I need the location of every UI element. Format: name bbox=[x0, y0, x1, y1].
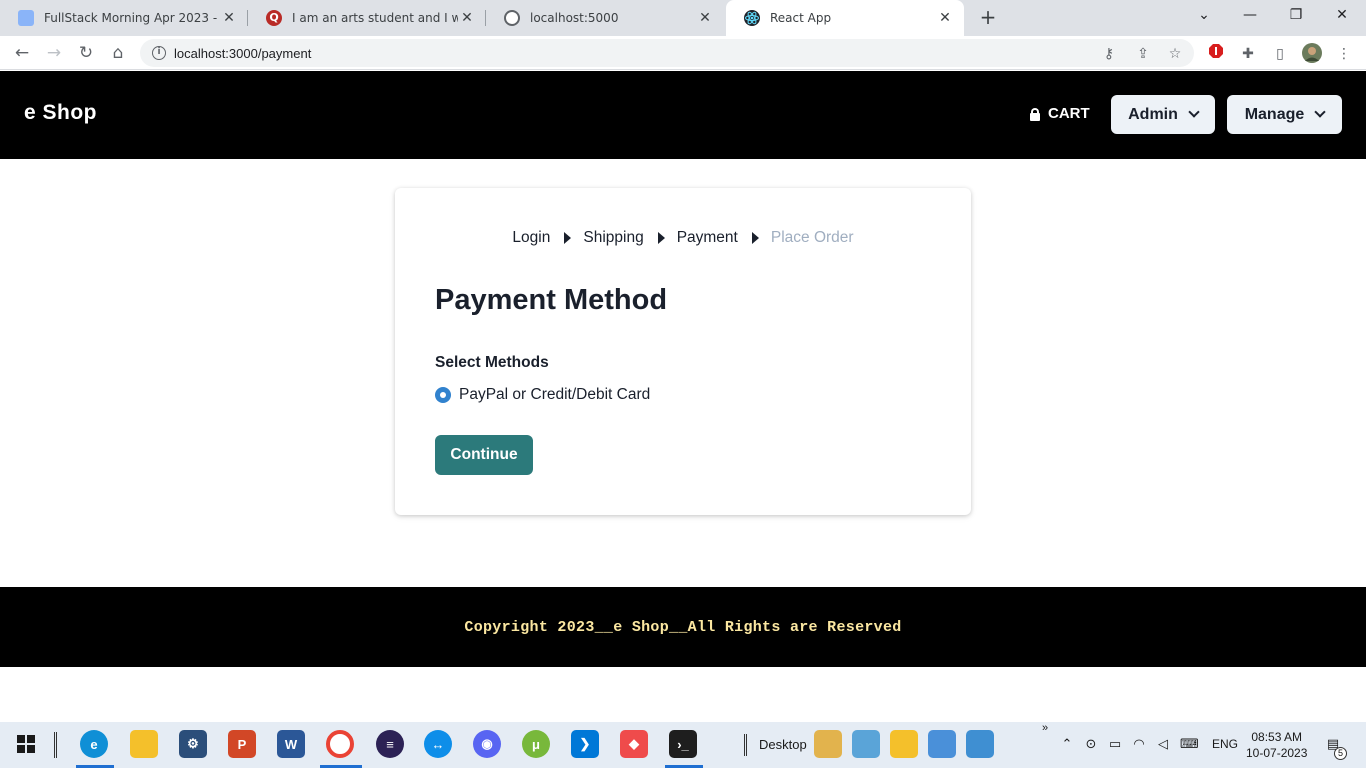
key-icon[interactable]: ⚷ bbox=[1098, 43, 1120, 65]
select-methods-label: Select Methods bbox=[435, 354, 549, 371]
postman-icon[interactable]: ◆ bbox=[620, 730, 648, 758]
payment-method-option[interactable]: PayPal or Credit/Debit Card bbox=[435, 386, 650, 404]
control-panel-icon[interactable] bbox=[966, 730, 994, 758]
browser-tab-react-app[interactable]: React App ✕ bbox=[726, 0, 964, 36]
teamviewer-icon[interactable]: ↔ bbox=[424, 730, 452, 758]
close-tab-icon[interactable]: ✕ bbox=[458, 10, 476, 26]
step-shipping[interactable]: Shipping bbox=[583, 229, 643, 247]
network-icon[interactable] bbox=[928, 730, 956, 758]
radio-button-selected[interactable] bbox=[435, 387, 451, 403]
language-indicator[interactable]: ENG bbox=[1212, 737, 1238, 751]
discord-icon[interactable]: ◉ bbox=[473, 730, 501, 758]
app-navbar: e Shop CART Admin Manage bbox=[0, 71, 1366, 159]
lock-icon bbox=[1030, 107, 1040, 121]
address-bar[interactable]: i localhost:3000/payment ⚷ ⇪ ☆ bbox=[140, 39, 1194, 67]
taskbar-divider bbox=[54, 732, 57, 758]
restore-button[interactable]: ❐ bbox=[1273, 0, 1319, 30]
powerpoint-icon[interactable]: P bbox=[228, 730, 256, 758]
side-panel-icon[interactable]: ▯ bbox=[1269, 43, 1291, 65]
page-title: Payment Method bbox=[435, 284, 668, 316]
payment-card: Login Shipping Payment Place Order Payme… bbox=[395, 188, 971, 515]
step-place-order: Place Order bbox=[770, 229, 854, 246]
forward-arrow-icon[interactable]: → bbox=[40, 40, 68, 66]
browser-tab-bar: FullStack Morning Apr 2023 - RST ✕ Q I a… bbox=[0, 0, 1366, 36]
close-tab-icon[interactable]: ✕ bbox=[220, 10, 238, 26]
url-text[interactable]: localhost:3000/payment bbox=[174, 46, 311, 61]
browser-tab-localhost-5000[interactable]: localhost:5000 ✕ bbox=[486, 0, 724, 36]
manage-menu-button[interactable]: Manage bbox=[1227, 95, 1342, 134]
this-pc-icon[interactable] bbox=[852, 730, 880, 758]
brand-logo[interactable]: e Shop bbox=[24, 101, 97, 125]
tab-search-icon[interactable]: ⌄ bbox=[1181, 0, 1227, 30]
keyboard-icon[interactable]: ⌨ bbox=[1180, 736, 1199, 754]
close-tab-icon[interactable]: ✕ bbox=[696, 10, 714, 26]
back-arrow-icon[interactable]: ← bbox=[8, 40, 36, 66]
user-folder-icon[interactable] bbox=[814, 730, 842, 758]
continue-button[interactable]: Continue bbox=[435, 435, 533, 475]
page-footer: Copyright 2023__e Shop__All Rights are R… bbox=[0, 587, 1366, 667]
browser-toolbar: ← → ↻ ⌂ i localhost:3000/payment ⚷ ⇪ ☆ ✚… bbox=[0, 36, 1366, 70]
wifi-icon[interactable]: ◠ bbox=[1130, 736, 1148, 754]
triangle-right-icon bbox=[657, 232, 665, 244]
browser-tab-quora[interactable]: Q I am an arts student and I want to ✕ bbox=[248, 0, 486, 36]
reload-icon[interactable]: ↻ bbox=[72, 40, 100, 66]
utorrent-icon[interactable]: μ bbox=[522, 730, 550, 758]
share-icon[interactable]: ⇪ bbox=[1132, 43, 1154, 65]
triangle-right-icon bbox=[751, 232, 759, 244]
payment-method-label[interactable]: PayPal or Credit/Debit Card bbox=[459, 386, 650, 404]
chevron-up-icon[interactable]: ⌃ bbox=[1058, 736, 1076, 754]
clock-time: 08:53 AM bbox=[1251, 730, 1303, 744]
toolbar-divider bbox=[744, 734, 747, 756]
browser-tab-fullstack[interactable]: FullStack Morning Apr 2023 - RST ✕ bbox=[0, 0, 248, 36]
profile-avatar[interactable] bbox=[1301, 43, 1323, 65]
quora-icon: Q bbox=[266, 10, 282, 26]
terminal-icon[interactable]: ›_ bbox=[669, 730, 697, 758]
windows-start-icon[interactable] bbox=[12, 730, 40, 758]
step-payment[interactable]: Payment bbox=[677, 229, 738, 247]
chrome-icon[interactable] bbox=[326, 730, 354, 758]
minimize-button[interactable]: — bbox=[1227, 0, 1273, 30]
step-login[interactable]: Login bbox=[512, 229, 550, 247]
clock-date: 10-07-2023 bbox=[1246, 746, 1308, 760]
extensions-puzzle-icon[interactable]: ✚ bbox=[1237, 43, 1259, 65]
admin-label: Admin bbox=[1128, 105, 1178, 123]
notification-count-badge: 5 bbox=[1334, 747, 1347, 760]
bookmark-star-icon[interactable]: ☆ bbox=[1164, 43, 1186, 65]
react-icon bbox=[744, 10, 760, 26]
windows-taskbar: e ⚙ P W ≡ ↔ ◉ μ ❯ ◆ ›_ Desktop » ⌃ ⊙ ▭ ◠… bbox=[0, 722, 1366, 768]
chevron-down-icon bbox=[1314, 106, 1326, 118]
copyright-text: Copyright 2023__e Shop__All Rights are R… bbox=[464, 618, 902, 636]
adblock-extension-icon[interactable] bbox=[1205, 43, 1227, 65]
web-app-icon bbox=[18, 10, 34, 26]
globe-icon bbox=[504, 10, 520, 26]
browser-menu-icon[interactable]: ⋮ bbox=[1333, 43, 1355, 65]
vscode-icon[interactable]: ❯ bbox=[571, 730, 599, 758]
clock[interactable]: 08:53 AM 10-07-2023 bbox=[1246, 729, 1307, 761]
word-icon[interactable]: W bbox=[277, 730, 305, 758]
close-window-button[interactable]: ✕ bbox=[1319, 0, 1365, 30]
toolbar-overflow-icon[interactable]: » bbox=[1042, 722, 1048, 734]
home-icon[interactable]: ⌂ bbox=[104, 40, 132, 66]
triangle-right-icon bbox=[564, 232, 572, 244]
eclipse-icon[interactable]: ≡ bbox=[376, 730, 404, 758]
file-explorer-icon[interactable] bbox=[130, 730, 158, 758]
desktop-toolbar-label[interactable]: Desktop bbox=[759, 737, 807, 752]
new-tab-button[interactable]: + bbox=[976, 6, 1000, 30]
cart-link[interactable]: CART bbox=[1030, 105, 1090, 122]
volume-icon[interactable]: ◁ bbox=[1154, 736, 1172, 754]
battery-icon[interactable]: ▭ bbox=[1106, 736, 1124, 754]
database-tool-icon[interactable]: ⚙ bbox=[179, 730, 207, 758]
meet-now-icon[interactable]: ⊙ bbox=[1082, 736, 1100, 754]
site-info-icon[interactable]: i bbox=[152, 46, 166, 60]
folder-icon[interactable] bbox=[890, 730, 918, 758]
admin-menu-button[interactable]: Admin bbox=[1111, 95, 1215, 134]
edge-icon[interactable]: e bbox=[80, 730, 108, 758]
chevron-down-icon bbox=[1188, 106, 1200, 118]
manage-label: Manage bbox=[1244, 105, 1305, 123]
cart-label: CART bbox=[1048, 105, 1090, 122]
close-tab-icon[interactable]: ✕ bbox=[936, 10, 954, 26]
checkout-steps: Login Shipping Payment Place Order bbox=[395, 229, 971, 247]
